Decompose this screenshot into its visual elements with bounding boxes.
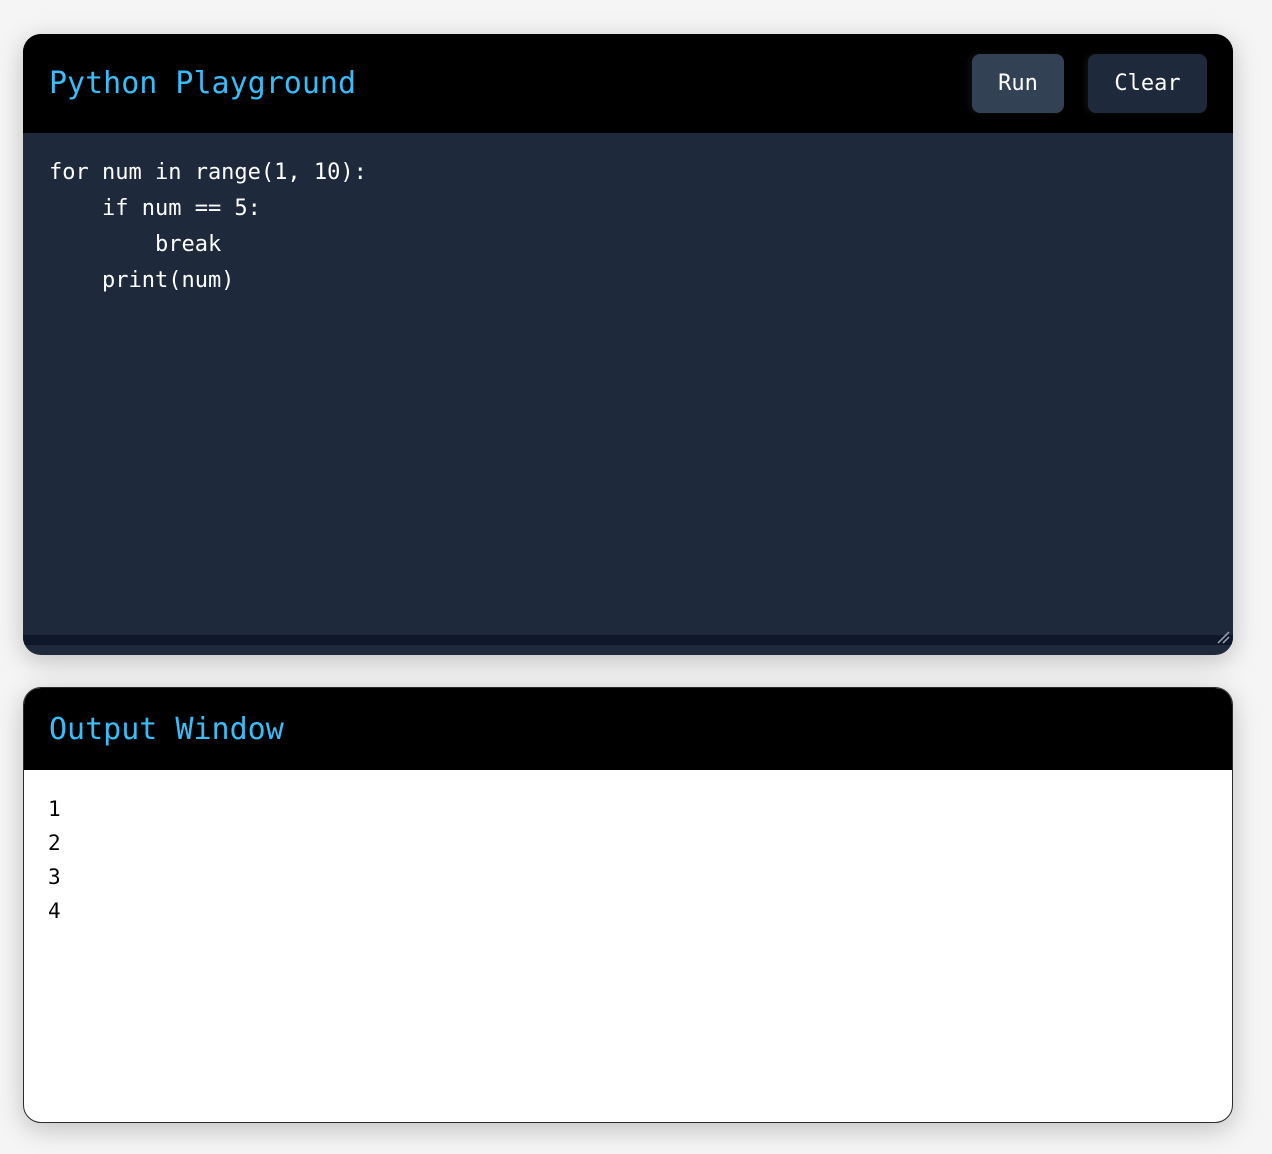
page-title: Python Playground: [49, 66, 357, 101]
editor-toolbar: Run Clear: [972, 54, 1207, 113]
output-panel: Output Window 1 2 3 4: [23, 687, 1233, 1123]
clear-button[interactable]: Clear: [1088, 54, 1207, 113]
editor-panel: Python Playground Run Clear for num in r…: [23, 34, 1233, 655]
run-button[interactable]: Run: [972, 54, 1064, 113]
output-line: 3: [48, 865, 61, 889]
output-line: 2: [48, 831, 61, 855]
code-editor[interactable]: for num in range(1, 10): if num == 5: br…: [23, 133, 1233, 645]
output-line: 4: [48, 899, 61, 923]
output-title: Output Window: [49, 711, 284, 747]
editor-header: Python Playground Run Clear: [23, 34, 1233, 133]
output-line: 1: [48, 797, 61, 821]
output-content: 1 2 3 4: [24, 770, 1232, 950]
output-header: Output Window: [24, 688, 1232, 770]
resize-handle-icon[interactable]: [1216, 629, 1230, 644]
